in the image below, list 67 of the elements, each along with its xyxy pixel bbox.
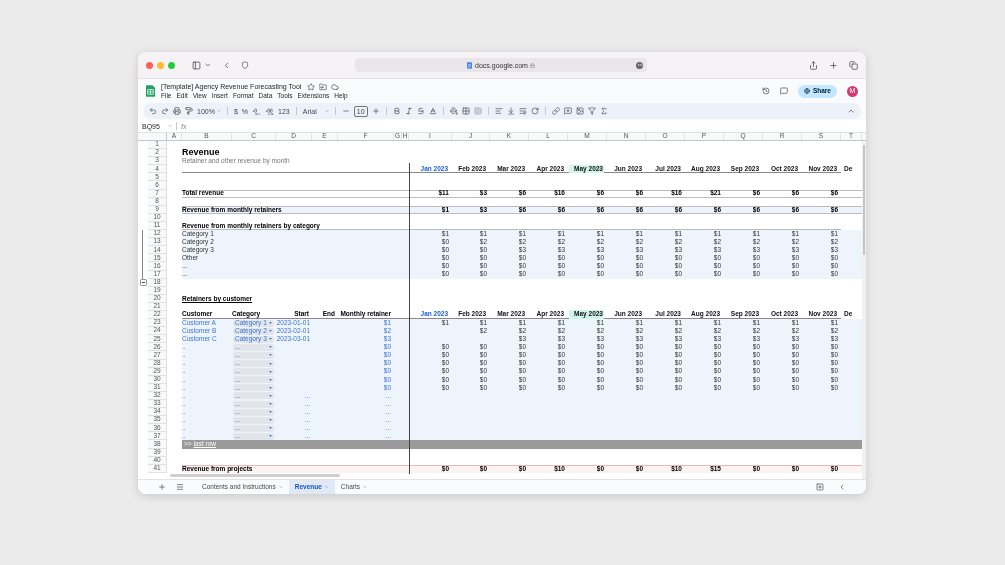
italic-icon[interactable] (404, 107, 413, 115)
add-comment-icon[interactable] (563, 107, 572, 115)
bold-icon[interactable] (392, 107, 401, 115)
close-window-icon[interactable] (146, 61, 153, 69)
vertical-scrollbar[interactable] (862, 141, 866, 479)
dropdown-caret-icon (269, 435, 272, 438)
lock-icon (529, 62, 535, 68)
fill-color-icon[interactable] (449, 107, 458, 115)
decrease-decimal-icon[interactable] (252, 107, 262, 115)
dropdown-caret-icon (269, 346, 272, 349)
dropdown-caret-icon (269, 330, 272, 333)
history-icon[interactable] (761, 87, 770, 95)
dropdown-caret-icon (269, 378, 272, 381)
sheet-title: Revenue (182, 148, 220, 158)
share-icon[interactable] (809, 60, 818, 70)
sheets-logo[interactable] (146, 85, 155, 97)
back-icon[interactable] (222, 60, 231, 70)
undo-icon[interactable] (149, 107, 157, 115)
print-icon[interactable] (173, 107, 181, 115)
plus-icon[interactable] (371, 107, 380, 115)
more-icon[interactable] (636, 61, 643, 69)
text-rotation-icon[interactable] (530, 107, 539, 115)
dropdown-caret-icon (269, 411, 272, 414)
vertical-align-icon[interactable] (506, 107, 515, 115)
collapse-side-panel-icon[interactable] (838, 483, 846, 491)
dropdown-caret-icon (269, 386, 272, 389)
increase-decimal-icon[interactable] (265, 107, 275, 115)
align-icon[interactable] (494, 107, 503, 115)
dropdown-caret-icon (269, 419, 272, 422)
all-sheets-icon[interactable] (176, 483, 184, 491)
collapse-icon[interactable] (847, 107, 855, 115)
explore-icon[interactable] (816, 483, 824, 491)
folder-icon[interactable] (319, 82, 328, 91)
dropdown-caret-icon (269, 362, 272, 365)
horizontal-scrollbar[interactable] (170, 473, 340, 477)
functions-icon[interactable] (599, 107, 608, 115)
dropdown-caret-icon (269, 394, 272, 397)
tabs-icon[interactable] (849, 60, 858, 70)
add-sheet-icon[interactable] (158, 483, 166, 491)
dropdown-caret-icon (269, 427, 272, 430)
new-tab-icon[interactable] (829, 60, 838, 70)
globe-icon (803, 88, 810, 94)
docs-icon (467, 61, 473, 69)
dropdown-caret-icon (269, 338, 272, 341)
text-wrap-icon[interactable] (518, 107, 527, 115)
link-icon[interactable] (551, 107, 560, 115)
image-icon[interactable] (575, 107, 584, 115)
star-icon[interactable] (307, 82, 316, 91)
dropdown-caret-icon (269, 354, 272, 357)
minus-icon[interactable] (341, 107, 350, 115)
collapse-group-icon[interactable] (139, 279, 147, 287)
sidebar-icon[interactable] (192, 60, 201, 70)
cloud-icon[interactable] (331, 82, 340, 91)
dropdown-caret-icon (269, 370, 272, 373)
comment-icon[interactable] (779, 87, 788, 95)
maximize-window-icon[interactable] (168, 61, 175, 69)
paint-format-icon[interactable] (185, 107, 193, 115)
shield-icon[interactable] (241, 61, 249, 69)
text-color-icon[interactable] (428, 107, 437, 115)
strikethrough-icon[interactable] (416, 107, 425, 115)
minimize-window-icon[interactable] (157, 61, 164, 69)
dropdown-caret-icon (269, 322, 272, 325)
filter-icon[interactable] (587, 107, 596, 115)
borders-icon[interactable] (461, 107, 470, 115)
dropdown-caret-icon (269, 403, 272, 406)
chevron-down-icon[interactable] (204, 61, 212, 69)
redo-icon[interactable] (161, 107, 169, 115)
